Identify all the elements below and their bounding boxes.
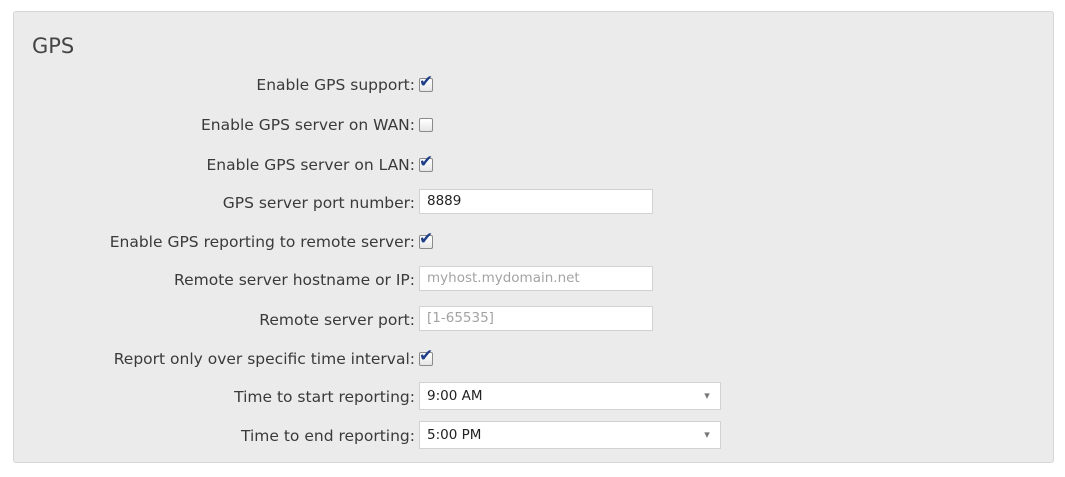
row-report-interval-only: Report only over specific time interval:… — [14, 344, 1055, 374]
enable-remote-reporting-label: Enable GPS reporting to remote server: — [109, 233, 415, 251]
end-time-select[interactable]: 5:00 PM ▾ — [419, 421, 721, 449]
enable-gps-server-wan-checkbox[interactable]: ✔ — [419, 118, 433, 132]
end-time-label: Time to end reporting: — [240, 427, 415, 445]
chevron-down-icon[interactable]: ▾ — [694, 422, 720, 448]
row-remote-hostname: Remote server hostname or IP: myhost.myd… — [14, 265, 1055, 295]
row-gps-server-port: GPS server port number: 8889 — [14, 188, 1055, 218]
end-time-value: 5:00 PM — [427, 427, 482, 443]
checkmark-icon: ✔ — [419, 229, 434, 249]
row-enable-remote-reporting: Enable GPS reporting to remote server: ✔ — [14, 227, 1055, 257]
checkmark-icon: ✔ — [419, 346, 434, 366]
enable-gps-server-lan-label: Enable GPS server on LAN: — [206, 156, 416, 174]
row-enable-gps-server-lan: Enable GPS server on LAN: ✔ — [14, 150, 1055, 180]
enable-gps-server-lan-checkbox[interactable]: ✔ — [419, 154, 433, 172]
gps-server-port-input[interactable]: 8889 — [419, 189, 653, 214]
section-title: GPS — [32, 34, 75, 58]
report-interval-only-checkbox[interactable]: ✔ — [419, 348, 433, 366]
remote-hostname-input[interactable]: myhost.mydomain.net — [419, 266, 653, 291]
remote-port-label: Remote server port: — [259, 311, 415, 329]
gps-settings-panel: GPS Enable GPS support: ✔ Enable GPS ser… — [13, 11, 1054, 463]
row-start-time: Time to start reporting: 9:00 AM ▾ — [14, 382, 1055, 412]
row-remote-port: Remote server port: [1-65535] — [14, 305, 1055, 335]
row-enable-gps-support: Enable GPS support: ✔ — [14, 70, 1055, 100]
remote-hostname-label: Remote server hostname or IP: — [174, 271, 415, 289]
checkmark-icon: ✔ — [419, 72, 434, 92]
start-time-label: Time to start reporting: — [234, 388, 415, 406]
enable-gps-server-wan-label: Enable GPS server on WAN: — [201, 116, 415, 134]
enable-remote-reporting-checkbox[interactable]: ✔ — [419, 231, 433, 249]
row-end-time: Time to end reporting: 5:00 PM ▾ — [14, 421, 1055, 451]
start-time-value: 9:00 AM — [427, 388, 483, 404]
enable-gps-support-checkbox[interactable]: ✔ — [419, 74, 433, 92]
enable-gps-support-label: Enable GPS support: — [256, 76, 415, 94]
remote-port-input[interactable]: [1-65535] — [419, 306, 653, 331]
gps-server-port-label: GPS server port number: — [222, 194, 415, 212]
checkmark-icon: ✔ — [419, 152, 434, 172]
report-interval-only-label: Report only over specific time interval: — [113, 350, 415, 368]
start-time-select[interactable]: 9:00 AM ▾ — [419, 382, 721, 410]
row-enable-gps-server-wan: Enable GPS server on WAN: ✔ — [14, 110, 1055, 140]
chevron-down-icon[interactable]: ▾ — [694, 383, 720, 409]
